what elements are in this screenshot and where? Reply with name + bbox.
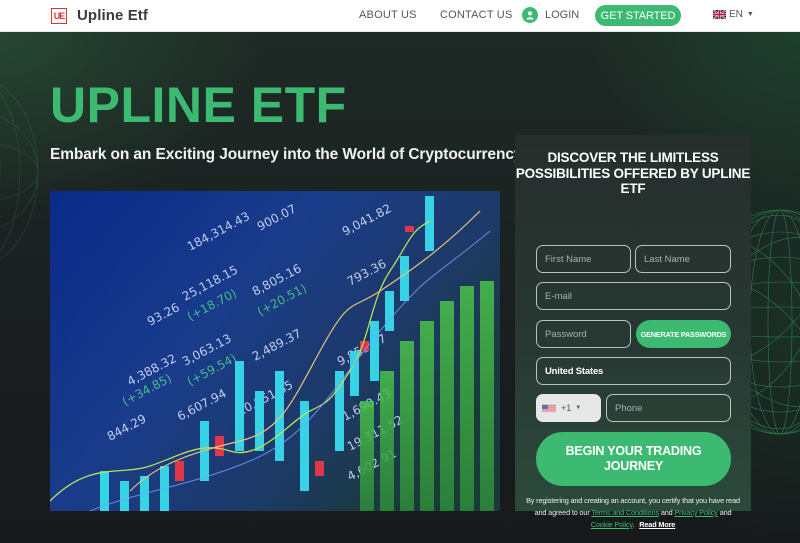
red-candle [405, 226, 414, 232]
cyan-candle [370, 321, 379, 381]
country-select[interactable]: United States [536, 357, 731, 385]
password-input[interactable] [536, 320, 631, 348]
cyan-candle [385, 291, 394, 331]
phone-input[interactable] [606, 394, 731, 422]
green-volume-bar [440, 301, 454, 511]
logo-link[interactable]: UE Upline Etf [51, 7, 148, 24]
cookie-policy-link[interactable]: Cookie Policy [591, 520, 633, 529]
green-volume-bar [400, 341, 414, 511]
login-link[interactable]: LOGIN [522, 7, 579, 23]
green-volume-bar [420, 321, 434, 511]
terms-disclaimer: By registering and creating an account, … [525, 495, 741, 531]
form-title: DISCOVER THE LIMITLESS POSSIBILITIES OFF… [515, 150, 751, 196]
privacy-policy-link[interactable]: Privacy Policy [674, 508, 717, 517]
hero-section: UPLINE ETF Embark on an Exciting Journey… [0, 32, 800, 543]
caret-down-icon: ▼ [575, 405, 582, 411]
disclaimer-text: and [660, 508, 673, 517]
user-icon [522, 7, 538, 23]
disclaimer-text: and [719, 508, 732, 517]
green-volume-bar [380, 371, 394, 511]
red-candle [315, 461, 324, 476]
logo-text: Upline Etf [77, 7, 148, 24]
cyan-candle [120, 481, 129, 511]
green-volume-bar [480, 281, 494, 511]
last-name-input[interactable] [635, 245, 731, 273]
country-value: United States [545, 365, 604, 377]
terms-link[interactable]: Terms and Conditions [591, 508, 659, 517]
phone-country-code-select[interactable]: +1 ▼ [536, 394, 601, 422]
uk-flag-icon [713, 10, 726, 19]
logo-icon: UE [51, 7, 67, 24]
wireframe-globe-decoration-left [0, 84, 39, 260]
caret-down-icon: ▼ [746, 11, 754, 18]
get-started-button[interactable]: GET STARTED [595, 5, 681, 26]
stock-chart-illustration: 184,314.43 900.0725,118.15 8,805.16(+20.51… [50, 191, 500, 511]
begin-trading-button[interactable]: BEGIN YOUR TRADING JOURNEY [536, 432, 731, 486]
stock-market-image: 184,314.43 900.07 25,118.15 8,805.16 (+20.51… [50, 191, 500, 511]
registration-form: DISCOVER THE LIMITLESS POSSIBILITIES OFF… [515, 135, 751, 529]
phone-code-label: +1 [561, 403, 572, 413]
first-name-input[interactable] [536, 245, 631, 273]
hero-title: UPLINE ETF [50, 77, 347, 133]
green-volume-bar [460, 286, 474, 511]
hero-subtitle: Embark on an Exciting Journey into the W… [50, 146, 523, 163]
cyan-candle [235, 361, 244, 451]
nav-contact-us[interactable]: CONTACT US [440, 9, 513, 21]
us-flag-icon [542, 404, 556, 412]
nav-about-us[interactable]: ABOUT US [359, 9, 417, 21]
cyan-candle [255, 391, 264, 451]
email-input[interactable] [536, 282, 731, 310]
login-label: LOGIN [545, 9, 580, 21]
cyan-candle [400, 256, 409, 301]
language-label: EN [729, 9, 743, 20]
red-candle [175, 461, 184, 481]
read-more-link[interactable]: Read More [639, 520, 675, 529]
green-volume-bar [360, 401, 374, 511]
generate-passwords-button[interactable]: GENERATE PASSWORDS [636, 320, 731, 348]
disclaimer-text: . [632, 520, 635, 529]
language-selector[interactable]: EN ▼ [713, 9, 754, 20]
top-navbar: UE Upline Etf ABOUT US CONTACT US LOGIN … [0, 0, 800, 32]
